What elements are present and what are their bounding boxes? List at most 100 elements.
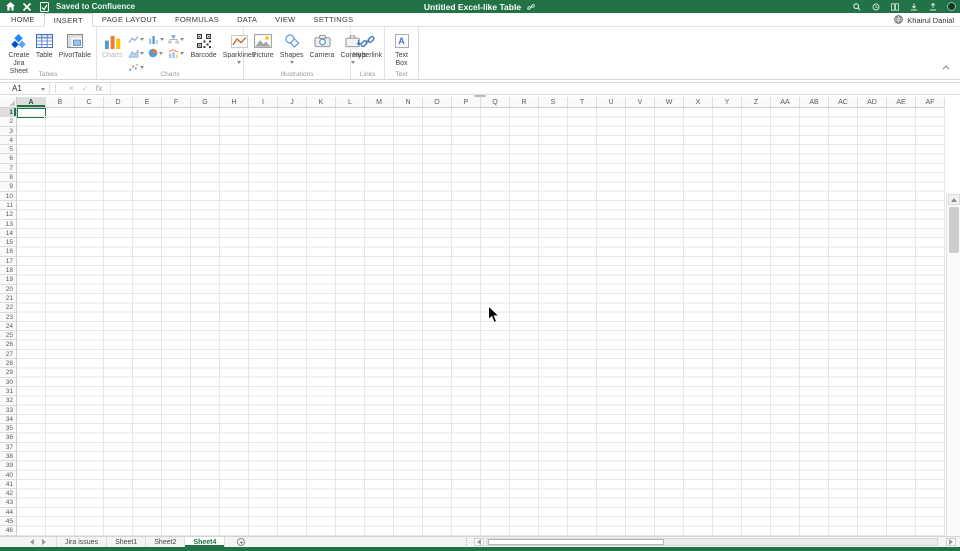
text-box-button[interactable]: A Text Box	[388, 30, 415, 69]
home-icon[interactable]	[5, 2, 15, 12]
selected-cell-a1[interactable]	[17, 108, 46, 118]
row-header-33[interactable]: 33	[0, 406, 17, 415]
row-header-42[interactable]: 42	[0, 489, 17, 498]
pivottable-button[interactable]: PivotTable	[57, 30, 93, 61]
column-header-w[interactable]: W	[655, 97, 684, 108]
menu-tab-view[interactable]: VIEW	[266, 13, 304, 26]
row-header-36[interactable]: 36	[0, 433, 17, 442]
row-header-25[interactable]: 25	[0, 331, 17, 340]
row-header-44[interactable]: 44	[0, 508, 17, 517]
table-button[interactable]: Table	[34, 30, 55, 61]
picture-button[interactable]: Picture	[250, 30, 276, 61]
horizontal-scroll-thumb[interactable]	[488, 539, 664, 545]
vertical-scroll-thumb[interactable]	[949, 207, 959, 253]
column-header-ad[interactable]: AD	[858, 97, 887, 108]
next-sheet-button[interactable]	[42, 539, 46, 545]
create-jira-sheet-button[interactable]: Create Jira Sheet	[6, 30, 32, 77]
column-header-b[interactable]: B	[46, 97, 75, 108]
prev-sheet-button[interactable]	[30, 539, 34, 545]
row-header-34[interactable]: 34	[0, 415, 17, 424]
column-header-f[interactable]: F	[162, 97, 191, 108]
row-header-8[interactable]: 8	[0, 173, 17, 182]
column-header-ac[interactable]: AC	[829, 97, 858, 108]
charts-button[interactable]: Charts	[100, 30, 125, 61]
column-header-g[interactable]: G	[191, 97, 220, 108]
row-header-14[interactable]: 14	[0, 229, 17, 238]
add-sheet-button[interactable]	[237, 538, 245, 546]
menu-tab-home[interactable]: HOME	[2, 13, 44, 26]
sheet-tab-sheet4[interactable]: Sheet4	[185, 537, 225, 547]
row-header-28[interactable]: 28	[0, 359, 17, 368]
row-header-18[interactable]: 18	[0, 266, 17, 275]
row-header-31[interactable]: 31	[0, 387, 17, 396]
row-header-19[interactable]: 19	[0, 275, 17, 284]
sheet-tab-jira-issues[interactable]: Jira issues	[56, 537, 107, 547]
menu-tab-insert[interactable]: INSERT	[44, 13, 93, 27]
column-header-ab[interactable]: AB	[800, 97, 829, 108]
vertical-scrollbar[interactable]	[946, 194, 960, 551]
row-header-41[interactable]: 41	[0, 480, 17, 489]
row-header-9[interactable]: 9	[0, 182, 17, 191]
menu-bar-user[interactable]: Khairul Danial	[894, 13, 954, 27]
row-header-23[interactable]: 23	[0, 313, 17, 322]
column-header-k[interactable]: K	[307, 97, 336, 108]
menu-tab-settings[interactable]: SETTINGS	[305, 13, 363, 26]
row-header-20[interactable]: 20	[0, 285, 17, 294]
insert-function-button[interactable]: fx	[95, 84, 102, 93]
column-header-i[interactable]: I	[249, 97, 278, 108]
row-header-37[interactable]: 37	[0, 443, 17, 452]
formula-bar-drag-handle[interactable]	[50, 83, 61, 94]
scroll-right-button[interactable]	[946, 538, 956, 546]
column-chart-button[interactable]	[147, 32, 167, 46]
scroll-left-button[interactable]	[474, 538, 484, 546]
column-header-y[interactable]: Y	[713, 97, 742, 108]
fill-handle[interactable]	[44, 116, 47, 119]
row-header-35[interactable]: 35	[0, 424, 17, 433]
row-header-29[interactable]: 29	[0, 368, 17, 377]
row-header-46[interactable]: 46	[0, 526, 17, 535]
row-header-11[interactable]: 11	[0, 201, 17, 210]
download-icon[interactable]	[909, 2, 919, 12]
area-chart-button[interactable]	[127, 46, 147, 60]
document-title[interactable]: Untitled Excel-like Table	[424, 2, 521, 12]
row-header-3[interactable]: 3	[0, 127, 17, 136]
line-chart-button[interactable]	[127, 32, 147, 46]
cells-area[interactable]	[17, 108, 945, 536]
row-header-26[interactable]: 26	[0, 340, 17, 349]
column-header-af[interactable]: AF	[916, 97, 945, 108]
panels-icon[interactable]	[890, 2, 900, 12]
column-header-n[interactable]: N	[394, 97, 423, 108]
row-header-2[interactable]: 2	[0, 117, 17, 126]
search-icon[interactable]	[852, 2, 862, 12]
row-header-40[interactable]: 40	[0, 471, 17, 480]
collapse-ribbon-button[interactable]	[942, 57, 950, 75]
row-header-4[interactable]: 4	[0, 136, 17, 145]
column-header-u[interactable]: U	[597, 97, 626, 108]
upload-icon[interactable]	[928, 2, 938, 12]
camera-button[interactable]: Camera	[308, 30, 337, 61]
cancel-entry-button[interactable]: ✕	[68, 84, 75, 93]
row-header-10[interactable]: 10	[0, 192, 17, 201]
column-header-a[interactable]: A	[17, 97, 46, 108]
row-header-21[interactable]: 21	[0, 294, 17, 303]
row-header-5[interactable]: 5	[0, 145, 17, 154]
combo-chart-button[interactable]	[167, 46, 187, 60]
row-header-6[interactable]: 6	[0, 154, 17, 163]
column-header-e[interactable]: E	[133, 97, 162, 108]
shapes-button[interactable]: Shapes	[278, 30, 306, 65]
row-header-30[interactable]: 30	[0, 378, 17, 387]
row-header-7[interactable]: 7	[0, 164, 17, 173]
column-header-aa[interactable]: AA	[771, 97, 800, 108]
pie-chart-button[interactable]	[147, 46, 167, 60]
sheet-tab-sheet1[interactable]: Sheet1	[107, 537, 146, 547]
column-header-l[interactable]: L	[336, 97, 365, 108]
row-header-39[interactable]: 39	[0, 461, 17, 470]
column-header-p[interactable]: P	[452, 97, 481, 108]
sheet-tab-sheet2[interactable]: Sheet2	[146, 537, 185, 547]
column-header-d[interactable]: D	[104, 97, 133, 108]
row-header-12[interactable]: 12	[0, 210, 17, 219]
link-icon[interactable]	[526, 2, 536, 12]
row-header-1[interactable]: 1	[0, 108, 17, 117]
row-header-24[interactable]: 24	[0, 322, 17, 331]
formula-input[interactable]	[111, 83, 960, 94]
